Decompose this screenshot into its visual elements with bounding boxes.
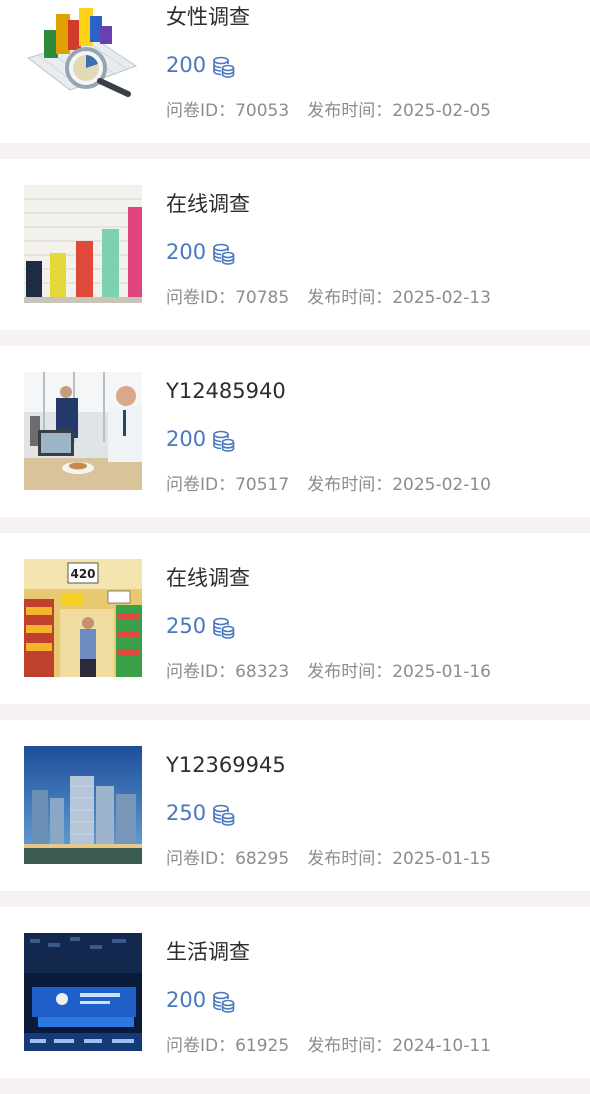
publish-date: 2025-02-10 [392,475,491,495]
survey-title: 生活调查 [166,940,250,964]
survey-thumbnail [24,746,142,864]
survey-id-label: 问卷ID： [166,662,236,682]
coin-stack-icon [211,803,235,827]
publish-date-label: 发布时间： [307,849,393,869]
publish-date-label: 发布时间： [307,101,393,121]
survey-reward: 250 [166,798,235,828]
survey-id-label: 问卷ID： [166,475,236,495]
publish-date-label: 发布时间： [307,475,393,495]
reward-points: 200 [166,988,207,1012]
survey-id: 68295 [235,849,290,869]
coin-stack-icon [211,429,235,453]
survey-thumbnail [24,372,142,490]
survey-id: 70517 [235,475,290,495]
survey-thumbnail [24,0,142,116]
survey-thumbnail: 420 [24,559,142,677]
survey-id-label: 问卷ID： [166,288,236,308]
publish-date: 2025-01-16 [392,662,491,682]
survey-card[interactable]: 在线调查 200 问卷ID：70785 发布时间：2025-02-13 [0,159,590,330]
survey-meta: 问卷ID：70785 发布时间：2025-02-13 [166,286,491,310]
survey-card[interactable]: 女性调查 200 问卷ID：70053 发布时间：2025-02-05 [0,0,590,143]
reward-points: 200 [166,53,207,77]
coin-stack-icon [211,616,235,640]
coin-stack-icon [211,55,235,79]
publish-date-label: 发布时间： [307,1036,393,1056]
survey-id: 61925 [235,1036,290,1056]
publish-date-label: 发布时间： [307,288,393,308]
survey-reward: 200 [166,237,235,267]
survey-meta: 问卷ID：70053 发布时间：2025-02-05 [166,99,491,123]
publish-date: 2025-02-05 [392,101,491,121]
survey-meta: 问卷ID：68323 发布时间：2025-01-16 [166,660,491,684]
survey-card[interactable]: Y12369945 250 问卷ID：68295 发布时间：2025-01-15 [0,720,590,891]
survey-reward: 200 [166,985,235,1015]
survey-meta: 问卷ID：70517 发布时间：2025-02-10 [166,473,491,497]
survey-reward: 200 [166,50,235,80]
coin-stack-icon [211,990,235,1014]
survey-meta: 问卷ID：61925 发布时间：2024-10-11 [166,1034,491,1058]
survey-id: 70053 [235,101,290,121]
reward-points: 200 [166,427,207,451]
publish-date: 2025-02-13 [392,288,491,308]
svg-text:420: 420 [70,567,95,581]
survey-list: 女性调查 200 问卷ID：70053 发布时间：2025-02-05 在线调查… [0,0,590,1094]
survey-reward: 200 [166,424,235,454]
survey-id-label: 问卷ID： [166,101,236,121]
coin-stack-icon [211,242,235,266]
survey-title: 在线调查 [166,192,250,216]
survey-card[interactable]: 生活调查 200 问卷ID：61925 发布时间：2024-10-11 [0,907,590,1078]
survey-title: Y12485940 [166,379,286,403]
survey-card[interactable]: Y12485940 200 问卷ID：70517 发布时间：2025-02-10 [0,346,590,517]
reward-points: 200 [166,240,207,264]
survey-title: Y12369945 [166,753,286,777]
survey-id: 70785 [235,288,290,308]
survey-meta: 问卷ID：68295 发布时间：2025-01-15 [166,847,491,871]
survey-thumbnail [24,933,142,1051]
reward-points: 250 [166,614,207,638]
survey-title: 女性调查 [166,5,250,29]
publish-date: 2024-10-11 [392,1036,491,1056]
survey-id-label: 问卷ID： [166,1036,236,1056]
survey-id-label: 问卷ID： [166,849,236,869]
publish-date: 2025-01-15 [392,849,491,869]
survey-card[interactable]: 420 在线调查 250 问卷ID：68323 发布时间：2025-01-16 [0,533,590,704]
publish-date-label: 发布时间： [307,662,393,682]
survey-reward: 250 [166,611,235,641]
reward-points: 250 [166,801,207,825]
survey-id: 68323 [235,662,290,682]
survey-title: 在线调查 [166,566,250,590]
survey-thumbnail [24,185,142,303]
